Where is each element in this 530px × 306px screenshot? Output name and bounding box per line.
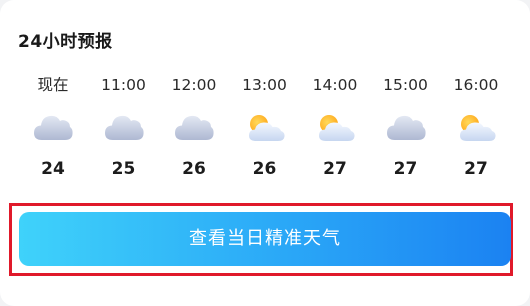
hour-time: 14:00 — [312, 76, 358, 94]
hour-time: 现在 — [37, 76, 69, 94]
hour-item: 15:00 27 — [371, 72, 441, 181]
view-accurate-weather-button[interactable]: 查看当日精准天气 — [19, 212, 511, 266]
hour-temperature: 26 — [182, 159, 206, 179]
hour-item: 14:00 27 — [300, 72, 370, 181]
forecast-title: 24小时预报 — [18, 32, 113, 52]
hour-item: 12:00 26 — [159, 72, 229, 181]
hour-time: 12:00 — [171, 76, 217, 94]
hour-temperature: 27 — [393, 159, 418, 179]
hourly-list: 现在 24 11:00 25 12:00 26 13:00 26 14:00 2… — [18, 72, 512, 192]
hourly-forecast-card: 24小时预报 现在 24 11:00 25 12:00 26 13:00 26 … — [0, 0, 530, 306]
hour-temperature: 26 — [252, 159, 277, 179]
hour-temperature: 25 — [111, 159, 136, 179]
hour-item: 11:00 25 — [89, 72, 159, 181]
hour-temperature: 27 — [464, 159, 488, 179]
partly-cloudy-icon — [460, 115, 496, 141]
cloudy-icon — [34, 115, 73, 140]
hour-time: 11:00 — [101, 76, 146, 94]
cloudy-icon — [104, 115, 144, 140]
hour-time: 15:00 — [383, 76, 428, 94]
partly-cloudy-icon — [319, 115, 355, 141]
hour-time: 16:00 — [453, 76, 499, 94]
hour-temperature: 27 — [323, 159, 347, 179]
hour-item: 13:00 26 — [230, 72, 300, 181]
cloudy-icon — [386, 115, 426, 140]
hour-time: 13:00 — [242, 76, 287, 94]
hour-item: 现在 24 — [18, 72, 88, 181]
partly-cloudy-icon — [248, 115, 285, 141]
hour-temperature: 24 — [41, 159, 65, 179]
cloudy-icon — [175, 115, 214, 140]
hour-item: 16:00 27 — [441, 72, 511, 181]
